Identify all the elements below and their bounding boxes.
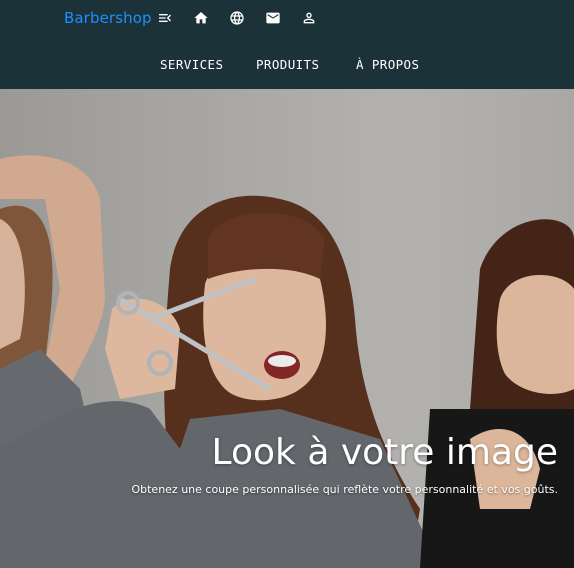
user-icon[interactable] — [300, 9, 318, 27]
menu-a-propos[interactable]: À PROPOS — [356, 57, 419, 72]
hero-subtitle: Obtenez une coupe personnalisée qui refl… — [131, 483, 558, 496]
hero-photo — [0, 89, 574, 568]
globe-icon[interactable] — [228, 9, 246, 27]
brand-link[interactable]: Barbershop — [64, 9, 152, 27]
menu-produits[interactable]: PRODUITS — [256, 57, 319, 72]
home-icon[interactable] — [192, 9, 210, 27]
menu-services[interactable]: SERVICES — [160, 57, 223, 72]
mail-icon[interactable] — [264, 9, 282, 27]
menu-open-icon[interactable] — [156, 9, 174, 27]
hero-title: Look à votre image — [211, 432, 558, 473]
navbar: Barbershop SERVICES PRODUITS À PROPOS — [0, 0, 574, 89]
hero-banner: Look à votre image Obtenez une coupe per… — [0, 89, 574, 568]
